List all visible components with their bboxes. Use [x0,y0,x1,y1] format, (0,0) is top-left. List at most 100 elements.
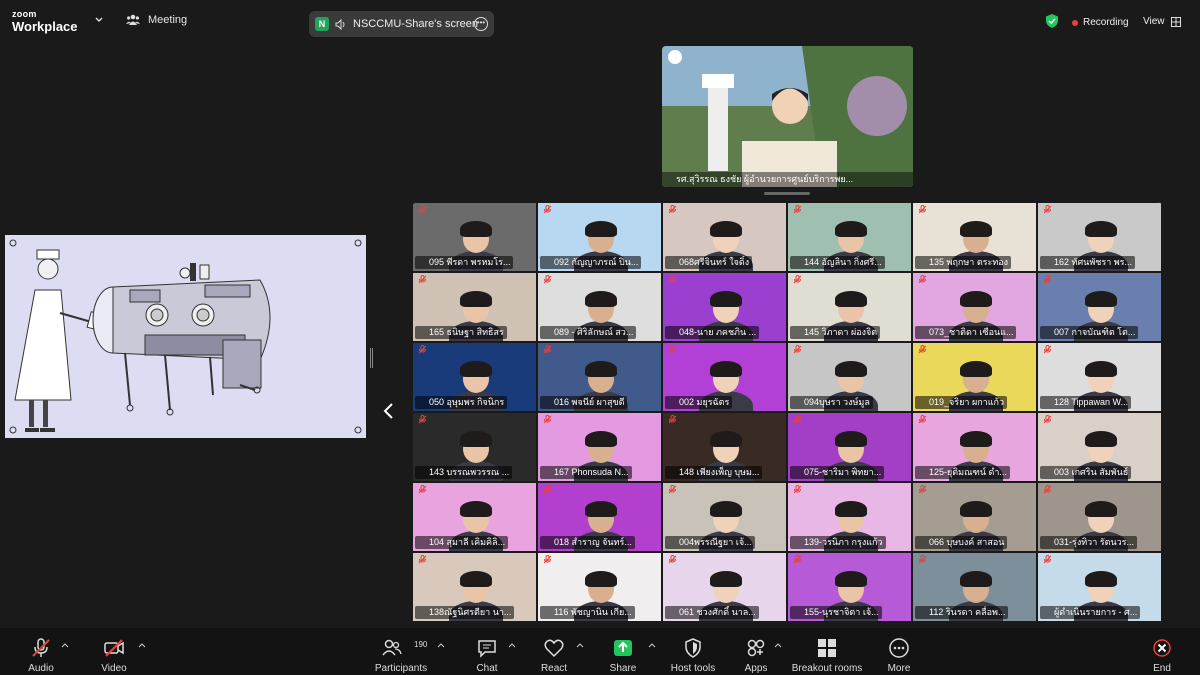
participant-hair [960,501,992,517]
chat-button[interactable]: Chat [473,628,501,675]
participant-tile[interactable]: 050 อุษุมพร กิจนิกร [412,342,537,412]
participant-tile[interactable]: 002 มยุรฉัตร [662,342,787,412]
participant-name: 089 - ศิริลักษณ์ สว... [540,326,637,339]
end-meeting-button[interactable]: End [1148,628,1176,675]
chat-options-caret-icon[interactable] [508,642,516,648]
mic-muted-icon [1043,555,1052,564]
recording-indicator[interactable]: Recording [1072,17,1129,28]
participant-tile[interactable]: 031-รุ่งทิวา รัตนวร... [1037,482,1162,552]
participant-tile[interactable]: 016 พจนีย์ ผาสุขดี [537,342,662,412]
participant-tile[interactable]: 116 พัชญานิน เกีย... [537,552,662,622]
view-button[interactable]: View [1143,16,1181,27]
participant-tile[interactable]: 089 - ศิริลักษณ์ สว... [537,272,662,342]
participant-tile[interactable]: 104 สุมาลี เคิมคิลิ... [412,482,537,552]
participant-hair [835,571,867,587]
mic-muted-icon [793,415,802,424]
participant-hair [460,501,492,517]
screen-share-pill[interactable]: N NSCCMU-Share's screen ••• [309,11,494,37]
end-label: End [1153,663,1171,674]
share-options-caret-icon[interactable] [648,642,656,648]
audio-button[interactable]: Audio [26,628,56,675]
mic-muted-icon [418,415,427,424]
participant-tile[interactable]: 162 ทัศนพัชรา พร... [1037,202,1162,272]
mic-muted-icon [1043,275,1052,284]
participant-hair [460,291,492,307]
meeting-info-button[interactable]: Meeting [126,14,187,26]
shield-check-icon[interactable] [1046,14,1058,28]
video-options-caret-icon[interactable] [138,642,146,648]
participant-name: 075-ชาริมา พิทยา... [790,466,885,479]
participant-tile[interactable]: 066 บุษบงค์ สาสอน [912,482,1037,552]
participant-tile[interactable]: 155-นุรชาจิตา เจ้... [787,552,912,622]
breakout-rooms-icon [818,639,836,657]
video-off-icon [104,639,124,657]
participant-hair [835,291,867,307]
mic-muted-icon [418,275,427,284]
participant-tile[interactable]: 095 พีรดา พรหมโร... [412,202,537,272]
participant-name: 073_ชาติดา เซือนแ... [915,326,1017,339]
participant-tile[interactable]: 135 พฤกษา ตระทอง [912,202,1037,272]
participant-tile[interactable]: 125-ยุติมณฑน์ ดำ... [912,412,1037,482]
view-label: View [1143,16,1165,27]
mic-muted-icon [1043,485,1052,494]
more-button[interactable]: More [884,628,914,675]
participant-name: ผู้ดำเนินรายการ - ศ... [1040,606,1141,619]
participant-tile[interactable]: 144 อัญลินา กิ่งศรี... [787,202,912,272]
participant-tile[interactable]: 148 เพียงเพ็ญ บุษม... [662,412,787,482]
participant-tile[interactable]: 068ศรีจินทร์ ใจดิ๋ง [662,202,787,272]
meeting-icon [126,14,140,25]
participant-tile[interactable]: 167 Phonsuda N... [537,412,662,482]
participant-tile[interactable]: 048-นาย ภคชภิน ... [662,272,787,342]
participant-tile[interactable]: 075-ชาริมา พิทยา... [787,412,912,482]
recording-dot-icon [1072,19,1078,26]
participant-hair [585,221,617,237]
share-screen-icon [614,640,632,656]
participant-hair [585,571,617,587]
mic-muted-icon [543,555,552,564]
meeting-toolbar: Audio Video Participants 190 Chat React … [0,628,1200,675]
participant-tile[interactable]: 112 รินรดา คลื่อพ... [912,552,1037,622]
host-tools-button[interactable]: Host tools [670,628,716,675]
participant-tile[interactable]: 145 วิภาดา ผ่องจิต [787,272,912,342]
mic-muted-icon [1043,205,1052,214]
active-speaker-video[interactable]: รศ.สุวิรรณ ธงชัย ผู้อำนวยการศูนย์บริการพ… [662,46,913,187]
participant-tile[interactable]: 061 ชวงศักดิ์ นาล... [662,552,787,622]
audio-options-caret-icon[interactable] [61,642,69,648]
breakout-rooms-button[interactable]: Breakout rooms [790,628,864,675]
participant-tile[interactable]: 004พรรณีฐยา เจ้... [662,482,787,552]
participant-tile[interactable]: 143 บรรณพวรรณ ... [412,412,537,482]
participant-tile[interactable]: 128 Tippawan W... [1037,342,1162,412]
participant-hair [585,361,617,377]
react-options-caret-icon[interactable] [576,642,584,648]
share-pill-text: NSCCMU-Share's screen [353,18,478,30]
participant-tile[interactable]: ผู้ดำเนินรายการ - ศ... [1037,552,1162,622]
participant-tile[interactable]: 073_ชาติดา เซือนแ... [912,272,1037,342]
split-resize-handle[interactable] [370,348,373,368]
participant-tile[interactable]: 018 สำราญ จันทร์... [537,482,662,552]
participant-name: 007 กาจบัณฑิต โต... [1040,326,1139,339]
participant-hair [835,431,867,447]
chevron-left-icon[interactable] [382,402,396,420]
participant-hair [585,431,617,447]
apps-button[interactable]: Apps [742,628,770,675]
participant-tile[interactable]: 007 กาจบัณฑิต โต... [1037,272,1162,342]
video-button[interactable]: Video [99,628,129,675]
chevron-down-icon[interactable] [94,15,104,25]
participant-hair [1085,361,1117,377]
apps-options-caret-icon[interactable] [774,642,782,648]
more-options-icon[interactable]: ••• [474,17,488,31]
speaker-strip-handle[interactable] [764,192,810,195]
participants-button[interactable]: Participants [370,628,432,675]
participant-tile[interactable]: 139-วรนิภา กรุงแก้ว [787,482,912,552]
shared-screen[interactable] [5,235,366,438]
participant-tile[interactable]: 092 กัญญาภรณ์ ปิน... [537,202,662,272]
participant-tile[interactable]: 165 ธนิษฐา สิทธิสร [412,272,537,342]
participant-hair [585,291,617,307]
participant-tile[interactable]: 094บุษรา วงษ์มูล [787,342,912,412]
participant-tile[interactable]: 003 เกศริน สัมพันธ์ [1037,412,1162,482]
share-button[interactable]: Share [608,628,638,675]
participant-tile[interactable]: 138ณัฐนิศรตียา นา... [412,552,537,622]
participant-tile[interactable]: 019_จริยา ผกาแก้ว [912,342,1037,412]
participants-options-caret-icon[interactable] [437,642,445,648]
react-button[interactable]: React [538,628,570,675]
